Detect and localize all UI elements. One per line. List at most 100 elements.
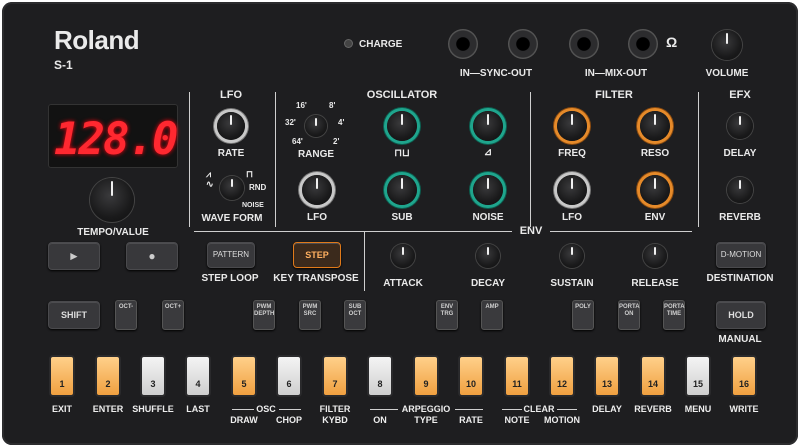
filter-reso-label: RESO — [640, 148, 670, 159]
pad-12-label: MOTION — [544, 415, 580, 425]
osc-range-knob[interactable] — [305, 115, 327, 137]
oct-down-button[interactable]: OCT- — [115, 300, 137, 330]
env-decay-knob[interactable] — [476, 244, 500, 268]
record-icon: ● — [148, 249, 156, 263]
env-attack-label: ATTACK — [383, 278, 423, 289]
env-trg-button[interactable]: ENV TRG — [436, 300, 458, 330]
step-pad-4[interactable]: 4 — [185, 355, 211, 397]
pad-7-label: KYBD — [322, 415, 348, 425]
s1-device-panel: Roland S-1 CHARGE Ω IN—SYNC-OUT IN—MIX-O… — [2, 2, 798, 445]
sub-oct-button[interactable]: SUB OCT — [344, 300, 366, 330]
destination-label: DESTINATION — [706, 273, 774, 284]
step-pad-6[interactable]: 6 — [276, 355, 302, 397]
pad-5-label: DRAW — [230, 415, 258, 425]
porta-on-button[interactable]: PORTA ON — [618, 300, 640, 330]
range-tick-2: 2' — [333, 137, 340, 146]
pattern-button[interactable]: PATTERN — [207, 242, 255, 268]
display-value: 128.0 — [54, 114, 178, 165]
filter-env-knob[interactable] — [640, 175, 670, 205]
step-pad-10[interactable]: 10 — [458, 355, 484, 397]
osc-pulse-label: ⊓⊔ — [394, 148, 410, 159]
lfo-title: LFO — [220, 89, 242, 101]
filter-freq-label: FREQ — [558, 148, 586, 159]
shift-button[interactable]: SHIFT — [48, 301, 100, 329]
filter-freq-knob[interactable] — [557, 111, 587, 141]
osc-range-label: RANGE — [297, 149, 335, 160]
mix-out-jack[interactable] — [628, 29, 658, 59]
pad-4-label: LAST — [186, 404, 210, 414]
step-pad-5[interactable]: 5 — [231, 355, 257, 397]
tempo-value-knob[interactable] — [90, 178, 134, 222]
filter-lfo-knob[interactable] — [557, 175, 587, 205]
env-attack-knob[interactable] — [391, 244, 415, 268]
range-tick-16: 16' — [296, 101, 307, 110]
sync-out-jack[interactable] — [508, 29, 538, 59]
pad-number: 1 — [59, 379, 65, 389]
step-pad-7[interactable]: 7 — [322, 355, 348, 397]
step-pad-1[interactable]: 1 — [49, 355, 75, 397]
osc-saw-label: ⊿ — [483, 147, 493, 158]
volume-knob[interactable] — [712, 30, 742, 60]
range-tick-64: 64' — [292, 137, 303, 146]
pad-8-label: ON — [373, 415, 387, 425]
osc-lfo-label: LFO — [307, 212, 327, 223]
porta-time-button[interactable]: PORTA TIME — [663, 300, 685, 330]
step-pad-11[interactable]: 11 — [504, 355, 530, 397]
step-button[interactable]: STEP — [293, 242, 341, 268]
osc-saw-knob[interactable] — [473, 111, 503, 141]
env-line-left — [194, 231, 512, 232]
env-sustain-knob[interactable] — [560, 244, 584, 268]
mix-in-jack[interactable] — [569, 29, 599, 59]
divider-lfo-left — [189, 92, 190, 227]
wave-square-icon: ⊓ — [246, 169, 254, 179]
osc-group-line — [232, 409, 254, 410]
amp-button[interactable]: AMP — [481, 300, 503, 330]
pwm-depth-button[interactable]: PWM DEPTH — [253, 300, 275, 330]
efx-reverb-knob[interactable] — [727, 177, 753, 203]
divider-lfo-osc — [275, 92, 276, 227]
step-pad-13[interactable]: 13 — [594, 355, 620, 397]
osc-pulse-knob[interactable] — [387, 111, 417, 141]
step-pad-8[interactable]: 8 — [367, 355, 393, 397]
lfo-rate-knob[interactable] — [217, 112, 245, 140]
step-pad-9[interactable]: 9 — [413, 355, 439, 397]
pad-15-label: MENU — [684, 404, 712, 414]
osc-lfo-knob[interactable] — [302, 175, 332, 205]
filter-reso-knob[interactable] — [640, 111, 670, 141]
hold-button[interactable]: HOLD — [716, 301, 766, 329]
efx-delay-label: DELAY — [723, 148, 757, 159]
clear-group-line-r — [557, 409, 577, 410]
wave-saw-icon: ⩘ — [206, 169, 212, 179]
lfo-noise-label: NOISE — [242, 202, 264, 209]
step-pad-15[interactable]: 15 — [685, 355, 711, 397]
lfo-waveform-knob[interactable] — [220, 176, 244, 200]
oct-up-button[interactable]: OCT+ — [162, 300, 184, 330]
clear-group-label: CLEAR — [523, 404, 555, 414]
osc-noise-knob[interactable] — [473, 175, 503, 205]
sync-in-jack[interactable] — [448, 29, 478, 59]
record-button[interactable]: ● — [126, 242, 178, 270]
osc-noise-label: NOISE — [472, 212, 504, 223]
step-pad-14[interactable]: 14 — [640, 355, 666, 397]
pad-3-label: SHUFFLE — [132, 404, 174, 414]
env-release-knob[interactable] — [643, 244, 667, 268]
pwm-src-button[interactable]: PWM SRC — [299, 300, 321, 330]
pad-14-label: REVERB — [634, 404, 672, 414]
env-line-v — [364, 231, 365, 291]
lfo-rnd-label: RND — [249, 183, 267, 192]
range-tick-4: 4' — [338, 118, 345, 127]
dmotion-button[interactable]: D-MOTION — [716, 242, 766, 268]
efx-delay-knob[interactable] — [727, 113, 753, 139]
divider-filter-efx — [698, 92, 699, 227]
step-pad-12[interactable]: 12 — [549, 355, 575, 397]
play-button[interactable]: ► — [48, 242, 100, 270]
efx-title: EFX — [729, 89, 751, 101]
charge-label: CHARGE — [359, 39, 403, 50]
osc-sub-knob[interactable] — [387, 175, 417, 205]
pad-number: 10 — [465, 379, 476, 389]
step-pad-16[interactable]: 16 — [731, 355, 757, 397]
step-pad-2[interactable]: 2 — [95, 355, 121, 397]
step-pad-3[interactable]: 3 — [140, 355, 166, 397]
roland-logo: Roland — [54, 25, 140, 55]
poly-button[interactable]: POLY — [572, 300, 594, 330]
